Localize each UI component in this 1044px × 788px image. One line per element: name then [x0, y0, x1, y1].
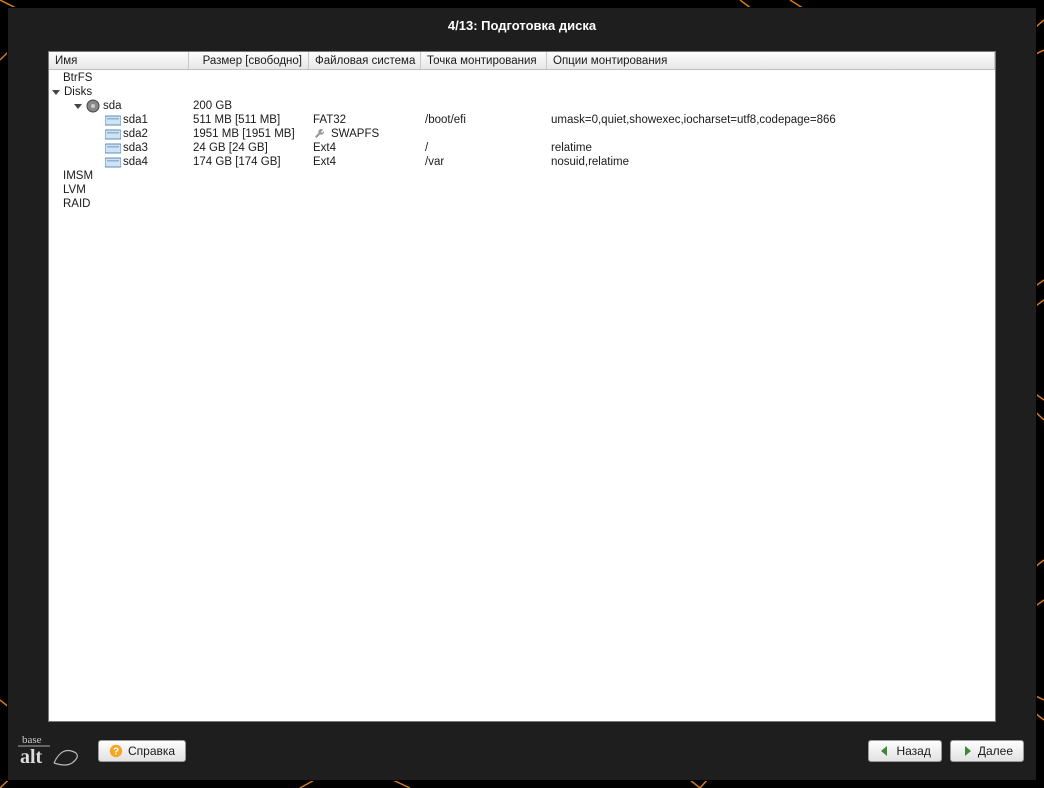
partition-icon: [105, 113, 121, 127]
tree-node-sda[interactable]: sda 200 GB: [49, 99, 995, 113]
cell-mount: /boot/efi: [421, 113, 547, 127]
tree-node-lvm[interactable]: LVM: [49, 183, 995, 197]
next-button[interactable]: Далее: [950, 740, 1024, 762]
tree-node-sda3[interactable]: sda3 24 GB [24 GB] Ext4 / relatime: [49, 141, 995, 155]
node-label: sda2: [123, 127, 148, 141]
svg-text:base: base: [22, 734, 42, 746]
partition-icon: [105, 155, 121, 169]
cell-mount: /: [421, 141, 547, 155]
disk-tree[interactable]: BtrFS Disks: [49, 70, 995, 721]
node-label: RAID: [63, 197, 90, 211]
col-size[interactable]: Размер [свободно]: [189, 52, 309, 69]
partition-icon: [105, 141, 121, 155]
help-button-label: Справка: [128, 744, 175, 758]
cell-opts: umask=0,quiet,showexec,iocharset=utf8,co…: [547, 113, 995, 127]
back-button[interactable]: Назад: [868, 740, 941, 762]
cell-fs: Ext4: [309, 155, 421, 169]
cell-opts: nosuid,relatime: [547, 155, 995, 169]
basealt-logo: base alt: [16, 729, 90, 773]
back-button-label: Назад: [896, 744, 930, 758]
tree-node-imsm[interactable]: IMSM: [49, 169, 995, 183]
tree-node-sda1[interactable]: sda1 511 MB [511 MB] FAT32 /boot/efi uma…: [49, 113, 995, 127]
arrow-left-icon: [879, 745, 891, 757]
cell-fs: SWAPFS: [309, 127, 421, 141]
help-button[interactable]: ? Справка: [98, 740, 186, 762]
col-name[interactable]: Имя: [49, 52, 189, 69]
node-label: sda4: [123, 155, 148, 169]
tree-node-raid[interactable]: RAID: [49, 197, 995, 211]
tree-node-sda2[interactable]: sda2 1951 MB [1951 MB] SWAPFS: [49, 127, 995, 141]
disk-tree-panel: Имя Размер [свободно] Файловая система Т…: [48, 51, 996, 722]
cell-mount: /var: [421, 155, 547, 169]
node-label: Disks: [64, 85, 92, 99]
cell-fs: FAT32: [309, 113, 421, 127]
col-opts[interactable]: Опции монтирования: [547, 52, 995, 69]
cell-size: 1951 MB [1951 MB]: [189, 127, 309, 141]
cell-fs: Ext4: [309, 141, 421, 155]
cell-size: 200 GB: [189, 99, 309, 113]
node-label: BtrFS: [63, 71, 92, 85]
col-mount[interactable]: Точка монтирования: [421, 52, 547, 69]
node-label: sda: [103, 99, 122, 113]
column-headers: Имя Размер [свободно] Файловая система Т…: [49, 52, 995, 70]
expander-icon[interactable]: [73, 101, 83, 111]
tree-node-btrfs[interactable]: BtrFS: [49, 71, 995, 85]
tree-node-disks[interactable]: Disks: [49, 85, 995, 99]
expander-icon[interactable]: [51, 87, 61, 97]
node-label: LVM: [63, 183, 86, 197]
cell-size: 24 GB [24 GB]: [189, 141, 309, 155]
svg-text:?: ?: [113, 747, 119, 758]
tree-node-sda4[interactable]: sda4 174 GB [174 GB] Ext4 /var nosuid,re…: [49, 155, 995, 169]
installer-window: 4/13: Подготовка диска Имя Размер [свобо…: [7, 7, 1037, 781]
page-title: 4/13: Подготовка диска: [8, 8, 1036, 51]
col-fs[interactable]: Файловая система: [309, 52, 421, 69]
node-label: sda1: [123, 113, 148, 127]
cell-opts: relatime: [547, 141, 995, 155]
footer: base alt ? Справка Назад Далее: [8, 722, 1036, 780]
disk-icon: [86, 99, 100, 113]
help-icon: ?: [109, 744, 123, 758]
svg-text:alt: alt: [20, 746, 43, 768]
cell-size: 174 GB [174 GB]: [189, 155, 309, 169]
wrench-icon: [313, 127, 327, 141]
node-label: IMSM: [63, 169, 93, 183]
next-button-label: Далее: [978, 744, 1013, 758]
node-label: sda3: [123, 141, 148, 155]
arrow-right-icon: [961, 745, 973, 757]
cell-size: 511 MB [511 MB]: [189, 113, 309, 127]
partition-icon: [105, 127, 121, 141]
